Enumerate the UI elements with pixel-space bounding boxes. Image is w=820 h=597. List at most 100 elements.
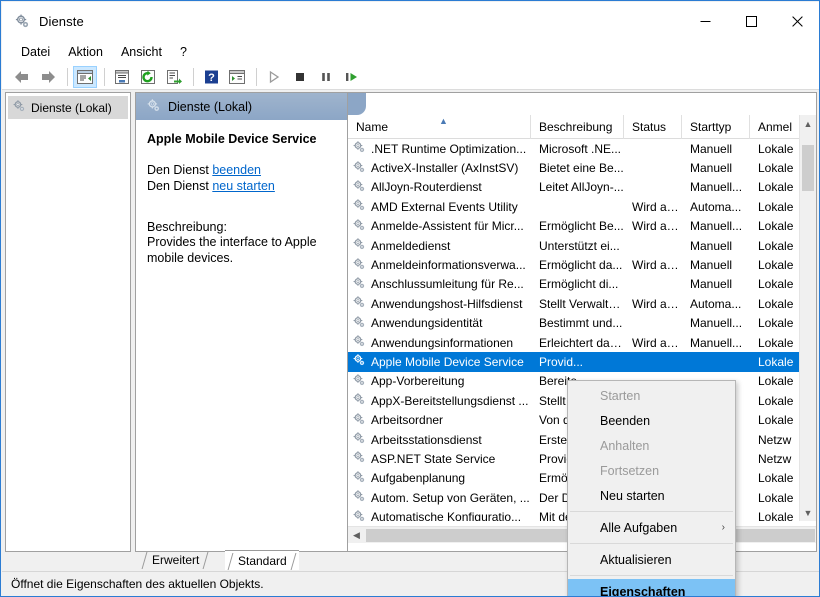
services-gear-icon bbox=[352, 470, 366, 487]
tab-erweitert[interactable]: Erweitert bbox=[139, 550, 211, 570]
column-header-label: Status bbox=[632, 120, 667, 134]
cell-name: Arbeitsstationsdienst bbox=[348, 431, 531, 448]
ctx-neu-starten[interactable]: Neu starten bbox=[568, 483, 735, 508]
stop-service-link[interactable]: beenden bbox=[212, 163, 261, 177]
service-name-label: Anmeldedienst bbox=[371, 238, 451, 253]
ctx-beenden[interactable]: Beenden bbox=[568, 408, 735, 433]
services-gear-icon bbox=[12, 99, 26, 116]
minimize-button[interactable] bbox=[682, 2, 728, 40]
services-gear-icon bbox=[352, 509, 366, 521]
service-name-label: Autom. Setup von Geräten, ... bbox=[371, 490, 530, 505]
ctx-alle-aufgaben[interactable]: Alle Aufgaben › bbox=[568, 515, 735, 540]
cell-status: Wird au... bbox=[632, 219, 682, 234]
tab-standard[interactable]: Standard bbox=[225, 550, 299, 570]
vertical-scrollbar[interactable]: ▲ ▼ bbox=[799, 115, 816, 521]
close-button[interactable] bbox=[774, 2, 819, 40]
table-row[interactable]: Anmeldeinformationsverwa... Ermöglicht da… bbox=[348, 255, 816, 274]
cell-logon: Lokale bbox=[758, 180, 794, 195]
help-question-icon[interactable]: ? bbox=[199, 66, 223, 88]
service-name-label: Aufgabenplanung bbox=[371, 471, 466, 486]
services-gear-icon bbox=[352, 353, 366, 370]
scroll-down-icon[interactable]: ▼ bbox=[800, 504, 816, 521]
menu-aktion[interactable]: Aktion bbox=[59, 42, 112, 62]
service-name-label: App-Vorbereitung bbox=[371, 374, 465, 389]
cell-name: ActiveX-Installer (AxInstSV) bbox=[348, 160, 531, 177]
sidebar-item-dienste-lokal[interactable]: Dienste (Lokal) bbox=[8, 96, 128, 119]
table-row[interactable]: Anschlussumleitung für Re... Ermöglicht d… bbox=[348, 275, 816, 294]
sort-ascending-icon: ▲ bbox=[439, 116, 448, 126]
show-hide-tree-icon[interactable] bbox=[73, 65, 97, 88]
maximize-button[interactable] bbox=[728, 2, 774, 40]
table-row[interactable]: .NET Runtime Optimization... Microsoft .N… bbox=[348, 139, 816, 158]
cell-logon: Netzw bbox=[758, 451, 792, 466]
services-gear-icon bbox=[352, 218, 366, 235]
service-name-label: Anmelde-Assistent für Micr... bbox=[371, 219, 524, 234]
stop-square-icon[interactable] bbox=[288, 66, 312, 88]
stop-service-line: Den Dienst beenden bbox=[147, 163, 337, 177]
cell-logon: Lokale bbox=[758, 413, 794, 428]
vertical-scroll-thumb[interactable] bbox=[802, 145, 814, 191]
menu-datei[interactable]: Datei bbox=[12, 42, 59, 62]
services-gear-icon bbox=[14, 13, 30, 29]
services-gear-icon bbox=[146, 98, 161, 116]
services-gear-icon bbox=[352, 315, 366, 332]
show-action-pane-icon[interactable] bbox=[225, 66, 249, 88]
window-title: Dienste bbox=[39, 13, 84, 29]
column-header-starttyp[interactable]: Starttyp bbox=[682, 115, 750, 139]
cell-starttype: Manuell bbox=[690, 161, 733, 176]
cell-starttype: Manuell bbox=[690, 258, 733, 273]
column-header-name[interactable]: Name ▲ bbox=[348, 115, 531, 139]
services-gear-icon bbox=[352, 160, 366, 177]
context-menu-item-label: Eigenschaften bbox=[600, 584, 686, 597]
sidebar-item-label: Dienste (Lokal) bbox=[31, 100, 112, 115]
cell-name: ASP.NET State Service bbox=[348, 450, 531, 467]
cell-starttype: Manuell... bbox=[690, 180, 743, 195]
table-row[interactable]: Anmelde-Assistent für Micr... Ermöglicht … bbox=[348, 217, 816, 236]
cell-logon: Lokale bbox=[758, 393, 794, 408]
table-row[interactable]: Apple Mobile Device Service Provid... Loka… bbox=[348, 352, 816, 372]
table-row[interactable]: Anwendungsinformationen Erleichtert das..… bbox=[348, 333, 816, 352]
service-name-label: AMD External Events Utility bbox=[371, 199, 518, 214]
cell-description: Unterstützt ei... bbox=[539, 238, 620, 253]
column-header-anmelden-als[interactable]: Anmel bbox=[750, 115, 802, 139]
toolbar-separator-1 bbox=[67, 67, 68, 86]
cell-logon: Lokale bbox=[758, 471, 794, 486]
cell-name: Anmeldedienst bbox=[348, 237, 531, 254]
refresh-icon[interactable] bbox=[136, 66, 160, 88]
cell-name: Autom. Setup von Geräten, ... bbox=[348, 489, 531, 506]
cell-description: Bietet eine Be... bbox=[539, 161, 624, 176]
scroll-up-icon[interactable]: ▲ bbox=[800, 115, 816, 132]
table-row[interactable]: Anwendungshost-Hilfsdienst Stellt Verwalt… bbox=[348, 294, 816, 313]
services-gear-icon bbox=[352, 412, 366, 429]
back-arrow-icon[interactable] bbox=[10, 66, 34, 88]
service-name-label: ActiveX-Installer (AxInstSV) bbox=[371, 161, 519, 176]
column-header-beschreibung[interactable]: Beschreibung bbox=[531, 115, 624, 139]
description-label: Beschreibung: bbox=[147, 220, 227, 234]
table-row[interactable]: AllJoyn-Routerdienst Leitet AllJoyn-... Ma… bbox=[348, 178, 816, 197]
cell-logon: Lokale bbox=[758, 238, 794, 253]
ctx-eigenschaften[interactable]: Eigenschaften bbox=[568, 579, 735, 597]
play-start-icon[interactable] bbox=[262, 66, 286, 88]
forward-arrow-icon[interactable] bbox=[36, 66, 60, 88]
title-bar: Dienste bbox=[2, 2, 819, 40]
properties-window-icon[interactable] bbox=[110, 66, 134, 88]
table-row[interactable]: AMD External Events Utility Wird au... Aut… bbox=[348, 197, 816, 216]
table-row[interactable]: ActiveX-Installer (AxInstSV) Bietet eine … bbox=[348, 158, 816, 177]
cell-description: Microsoft .NE... bbox=[539, 141, 622, 156]
pause-icon[interactable] bbox=[314, 66, 338, 88]
ctx-aktualisieren[interactable]: Aktualisieren bbox=[568, 547, 735, 572]
services-gear-icon bbox=[352, 276, 366, 293]
menu-hilfe[interactable]: ? bbox=[171, 42, 196, 62]
menu-ansicht[interactable]: Ansicht bbox=[112, 42, 171, 62]
export-list-icon[interactable] bbox=[162, 66, 186, 88]
table-column-headers: Name ▲ Beschreibung Status Starttyp Anme… bbox=[348, 115, 816, 139]
service-name-label: Automatische Konfiguratio... bbox=[371, 510, 522, 521]
context-menu-item-label: Aktualisieren bbox=[600, 552, 672, 567]
cell-logon: Lokale bbox=[758, 258, 794, 273]
restart-service-link[interactable]: neu starten bbox=[212, 179, 275, 193]
scroll-left-icon[interactable]: ◀ bbox=[348, 527, 365, 544]
table-row[interactable]: Anwendungsidentität Bestimmt und... Manuel… bbox=[348, 314, 816, 333]
column-header-status[interactable]: Status bbox=[624, 115, 682, 139]
table-row[interactable]: Anmeldedienst Unterstützt ei... Manuell Lok… bbox=[348, 236, 816, 255]
restart-icon[interactable] bbox=[340, 66, 364, 88]
